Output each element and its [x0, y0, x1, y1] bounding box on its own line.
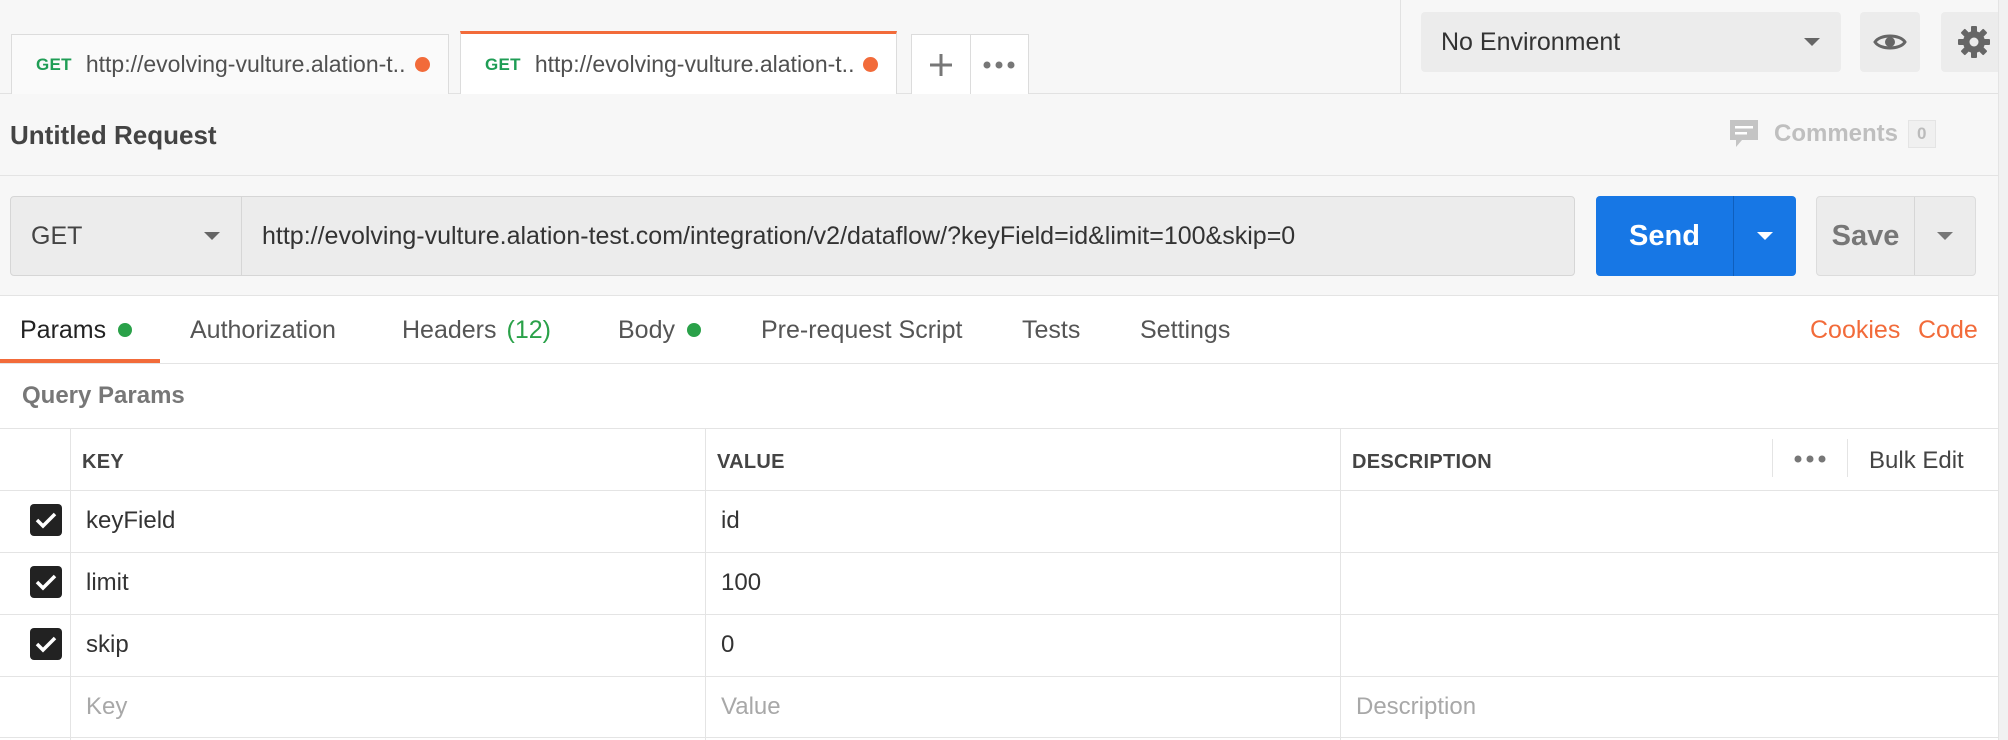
- checkmark-icon: [35, 636, 57, 653]
- chevron-down-icon: [1937, 232, 1953, 240]
- param-value[interactable]: 0: [721, 631, 734, 659]
- column-divider: [705, 428, 706, 740]
- code-label: Code: [1918, 315, 1978, 344]
- table-row: skip 0: [0, 614, 1998, 676]
- chevron-down-icon: [1757, 232, 1773, 240]
- environment-select[interactable]: No Environment: [1421, 12, 1841, 72]
- send-button[interactable]: Send: [1596, 196, 1796, 276]
- divider: [1772, 439, 1773, 477]
- environment-label: No Environment: [1441, 27, 1621, 56]
- query-params-table: KEY VALUE DESCRIPTION Bulk Edit keyField…: [0, 428, 2008, 740]
- description-input[interactable]: Description: [1356, 693, 1476, 721]
- active-tab-underline: [0, 359, 160, 363]
- tab-url: http://evolving-vulture.alation-t...: [534, 51, 855, 77]
- plus-icon: [929, 53, 952, 76]
- ellipsis-icon: [983, 61, 1015, 68]
- url-text: http://evolving-vulture.alation-test.com…: [262, 221, 1296, 250]
- headers-count: (12): [506, 315, 551, 344]
- url-input[interactable]: http://evolving-vulture.alation-test.com…: [241, 196, 1575, 276]
- tab-url: http://evolving-vulture.alation-t...: [85, 51, 407, 77]
- comments-button[interactable]: Comments 0: [1728, 118, 1936, 150]
- tab-authorization-label: Authorization: [190, 315, 336, 344]
- chevron-down-icon: [1804, 38, 1820, 46]
- checkmark-icon: [35, 574, 57, 591]
- tab-headers-label: Headers: [402, 315, 497, 344]
- key-input[interactable]: Key: [86, 693, 127, 721]
- eye-icon: [1873, 34, 1907, 50]
- scrollbar[interactable]: [1998, 0, 2008, 740]
- tab-tests[interactable]: Tests: [1022, 296, 1080, 364]
- chevron-down-icon: [204, 232, 220, 240]
- column-key-header: KEY: [82, 451, 125, 473]
- code-link[interactable]: Code: [1918, 296, 1978, 364]
- save-button[interactable]: Save: [1816, 196, 1976, 276]
- column-description-header: DESCRIPTION: [1352, 451, 1492, 473]
- table-row: limit 100: [0, 552, 1998, 614]
- column-divider: [1340, 428, 1341, 740]
- unsaved-dot-icon: [863, 57, 878, 72]
- gear-icon: [1958, 26, 1990, 58]
- bulk-edit-link[interactable]: Bulk Edit: [1869, 447, 1964, 475]
- tab-settings[interactable]: Settings: [1140, 296, 1230, 364]
- tab-prerequest-script[interactable]: Pre-request Script: [761, 296, 962, 364]
- tab-body[interactable]: Body: [618, 296, 701, 364]
- environment-quick-look-button[interactable]: [1860, 12, 1920, 72]
- active-indicator-icon: [686, 323, 701, 337]
- param-key[interactable]: limit: [86, 569, 129, 597]
- value-input[interactable]: Value: [721, 693, 781, 721]
- save-label: Save: [1817, 197, 1915, 275]
- tab-headers[interactable]: Headers (12): [402, 296, 551, 364]
- environment-bar: No Environment: [1400, 0, 2008, 94]
- new-tab-button[interactable]: [912, 35, 970, 94]
- send-options-button[interactable]: [1734, 196, 1796, 276]
- method-label: GET: [31, 221, 83, 250]
- comments-label: Comments: [1774, 120, 1899, 147]
- request-tab-1[interactable]: GET http://evolving-vulture.alation-t...: [11, 34, 449, 94]
- tab-method: GET: [36, 54, 72, 74]
- send-label: Send: [1596, 196, 1734, 276]
- unsaved-dot-icon: [415, 57, 430, 72]
- row-enabled-checkbox[interactable]: [30, 566, 62, 598]
- ellipsis-icon[interactable]: [1794, 455, 1826, 463]
- row-enabled-checkbox[interactable]: [30, 628, 62, 660]
- save-options-button[interactable]: [1915, 197, 1975, 275]
- method-select[interactable]: GET: [10, 196, 242, 276]
- comments-count: 0: [1908, 120, 1936, 148]
- more-tabs-button[interactable]: [969, 35, 1028, 94]
- request-header: Untitled Request Comments 0: [0, 94, 2008, 176]
- column-value-header: VALUE: [717, 451, 785, 473]
- table-header-row: KEY VALUE DESCRIPTION Bulk Edit: [0, 428, 1998, 490]
- param-key[interactable]: keyField: [86, 507, 175, 535]
- url-bar: GET http://evolving-vulture.alation-test…: [0, 176, 2008, 296]
- tab-authorization[interactable]: Authorization: [190, 296, 336, 364]
- tab-body-label: Body: [618, 315, 675, 344]
- checkmark-icon: [35, 512, 57, 529]
- tab-settings-label: Settings: [1140, 315, 1231, 344]
- divider: [1847, 439, 1848, 477]
- request-tab-bar: GET http://evolving-vulture.alation-t...…: [0, 0, 1400, 95]
- request-tabs: Params Authorization Headers (12) Body P…: [0, 296, 2008, 364]
- tab-params[interactable]: Params: [20, 296, 133, 364]
- tab-tests-label: Tests: [1022, 315, 1081, 344]
- new-param-row: Key Value Description: [0, 676, 1998, 738]
- param-key[interactable]: skip: [86, 631, 129, 659]
- tab-params-label: Params: [20, 315, 107, 344]
- tab-prerequest-label: Pre-request Script: [761, 315, 963, 344]
- request-title[interactable]: Untitled Request: [10, 120, 217, 151]
- param-value[interactable]: 100: [721, 569, 761, 597]
- cookies-label: Cookies: [1810, 315, 1901, 344]
- table-row: keyField id: [0, 490, 1998, 552]
- column-divider: [70, 428, 71, 740]
- row-enabled-checkbox[interactable]: [30, 504, 62, 536]
- comment-icon: [1730, 120, 1758, 147]
- query-params-heading: Query Params: [22, 382, 185, 409]
- tab-actions: [911, 34, 1029, 94]
- param-value[interactable]: id: [721, 507, 740, 535]
- active-indicator-icon: [118, 323, 133, 337]
- request-tab-2-active[interactable]: GET http://evolving-vulture.alation-t...: [460, 31, 897, 95]
- tab-method: GET: [485, 54, 521, 74]
- cookies-link[interactable]: Cookies: [1810, 296, 1900, 364]
